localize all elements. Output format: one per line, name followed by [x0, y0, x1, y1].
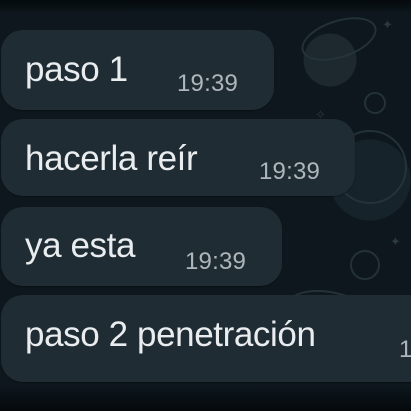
message-time: 19:39	[185, 248, 247, 275]
message-time: 19:39	[259, 158, 321, 185]
wallpaper-star-icon: ✦	[390, 234, 401, 249]
message-text: ya esta	[25, 226, 136, 265]
message-bubble[interactable]: ya esta 19:39	[1, 207, 282, 286]
chat-screen: ✦ ✧ ✦ ✧ paso 1 19:39 hacerla reír 19:39 …	[0, 0, 411, 411]
chat-wallpaper-doodle-icon	[350, 250, 380, 280]
message-bubble[interactable]: paso 1 19:39	[1, 30, 274, 110]
top-shadow	[0, 0, 411, 14]
message-time: 19:39	[177, 70, 239, 97]
chat-wallpaper-doodle-icon	[296, 8, 382, 70]
message-text: hacerla reír	[25, 139, 198, 178]
chat-wallpaper-doodle-icon	[364, 92, 386, 114]
message-bubble[interactable]: hacerla reír 19:39	[1, 119, 355, 196]
message-bubble[interactable]: paso 2 penetración 19:39	[1, 295, 411, 382]
message-text: paso 2 penetración	[25, 315, 316, 354]
wallpaper-star-icon: ✦	[382, 17, 393, 32]
message-text: paso 1	[25, 50, 128, 89]
message-time: 19:39	[399, 336, 411, 363]
bottom-shadow	[0, 385, 411, 411]
